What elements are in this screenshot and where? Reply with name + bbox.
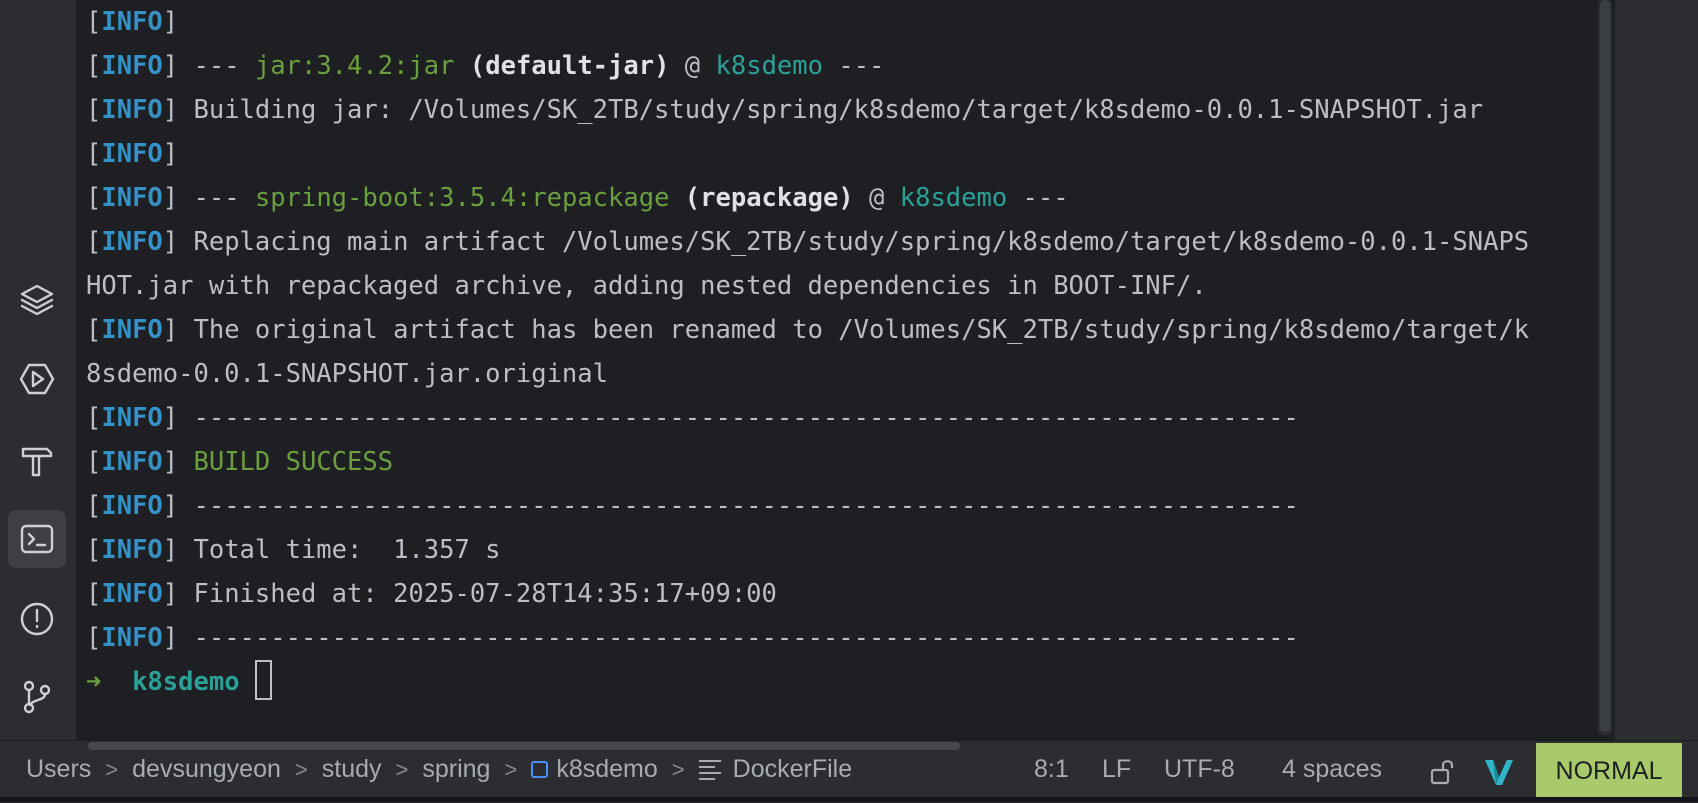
problems-icon[interactable] [8,590,66,648]
window-bottom-edge [0,797,1698,802]
git-icon[interactable] [8,668,66,726]
terminal-line: [INFO] The original artifact has been re… [86,315,1530,345]
layers-icon[interactable] [8,270,66,328]
log-level-tag: INFO [101,447,163,477]
chevron-right-icon: > [105,756,119,782]
chevron-right-icon: > [504,756,518,782]
terminal-line: [INFO] --- jar:3.4.2:jar (default-jar) @… [86,51,885,81]
terminal-text: HOT.jar with repackaged archive, adding … [86,271,1207,301]
terminal-text: @ [669,51,716,81]
log-level-tag: INFO [101,7,163,37]
breadcrumb-dockerfile[interactable]: DockerFile [733,755,852,784]
terminal-line: HOT.jar with repackaged archive, adding … [86,264,1529,308]
terminal-line: [INFO] BUILD SUCCESS [86,447,394,477]
run-services-icon[interactable] [8,350,66,408]
terminal-line: [INFO] --- spring-boot:3.5.4:repackage (… [86,183,1069,213]
terminal-text: BUILD SUCCESS [193,447,394,477]
log-level-tag: INFO [101,403,163,433]
log-level-tag: INFO [101,51,163,81]
terminal-icon[interactable] [8,510,66,568]
log-level-tag: INFO [101,623,163,653]
unlock-icon[interactable] [1428,757,1458,787]
caret-position[interactable]: 8:1 [1034,755,1069,784]
terminal-line: [INFO] [86,139,179,169]
text-file-icon [698,756,721,784]
terminal-line: [INFO] Total time: 1.357 s [86,535,501,565]
log-level-tag: INFO [101,491,163,521]
terminal-panel[interactable]: [INFO] [INFO] --- jar:3.4.2:jar (default-… [76,0,1600,740]
terminal-text: Building jar: /Volumes/SK_2TB/study/spri… [178,95,1484,125]
terminal-text: Replacing main artifact /Volumes/SK_2TB/… [178,227,1530,257]
terminal-line: [INFO] Replacing main artifact /Volumes/… [86,227,1530,257]
chevron-right-icon: > [671,756,685,782]
terminal-line: [INFO] ---------------------------------… [86,403,1299,433]
terminal-text: The original artifact has been renamed t… [178,315,1530,345]
terminal-cursor[interactable] [254,660,272,700]
terminal-line: 8sdemo-0.0.1-SNAPSHOT.jar.original [86,352,1529,396]
terminal-line: [INFO] Finished at: 2025-07-28T14:35:17+… [86,579,777,609]
breadcrumb-spring[interactable]: spring [422,755,490,784]
chevron-right-icon: > [294,756,308,782]
terminal-text: --- [178,183,255,213]
prompt-arrow-icon: ➜ [86,667,102,697]
breadcrumb-study[interactable]: study [322,755,382,784]
terminal-text: ----------------------------------------… [178,491,1299,521]
vim-mode-indicator[interactable]: NORMAL [1536,743,1682,799]
terminal-prompt[interactable]: ➜ k8sdemo [86,660,1529,704]
terminal-text: --- [178,51,255,81]
terminal-text: k8sdemo [715,51,823,81]
terminal-text: spring-boot:3.5.4:repackage [254,183,670,213]
breadcrumb-users[interactable]: Users [26,755,91,784]
terminal-horizontal-scrollbar[interactable] [88,742,960,750]
log-level-tag: INFO [101,315,163,345]
terminal-line: [INFO] ---------------------------------… [86,491,1299,521]
log-level-tag: INFO [101,183,163,213]
chevron-right-icon: > [395,756,409,782]
right-tool-window-bar [1614,0,1698,740]
log-level-tag: INFO [101,95,163,125]
breadcrumb-devsungyeon[interactable]: devsungyeon [132,755,281,784]
terminal-text: @ [853,183,900,213]
terminal-text: (repackage) [684,183,854,213]
prompt-directory: k8sdemo [132,667,240,697]
log-level-tag: INFO [101,579,163,609]
terminal-line: [INFO] ---------------------------------… [86,623,1299,653]
terminal-text: ----------------------------------------… [178,403,1299,433]
terminal-text: --- [1007,183,1069,213]
terminal-text: k8sdemo [899,183,1008,213]
terminal-output: [INFO] [INFO] --- jar:3.4.2:jar (default-… [86,0,1529,704]
indent-setting[interactable]: 4 spaces [1282,755,1382,784]
vim-plugin-icon[interactable] [1482,755,1516,789]
terminal-text: (default-jar) [469,51,670,81]
breadcrumb-k8sdemo[interactable]: k8sdemo [556,755,657,784]
terminal-text: Finished at: 2025-07-28T14:35:17+09:00 [178,579,777,609]
terminal-text: Total time: 1.357 s [178,535,501,565]
line-separator[interactable]: LF [1102,755,1131,784]
terminal-text: ----------------------------------------… [178,623,1299,653]
terminal-line: [INFO] [86,7,179,37]
breadcrumb: Users > devsungyeon > study > spring > k… [26,755,852,784]
file-encoding[interactable]: UTF-8 [1164,755,1235,784]
build-hammer-icon[interactable] [8,430,66,488]
terminal-text: 8sdemo-0.0.1-SNAPSHOT.jar.original [86,359,608,389]
log-level-tag: INFO [101,227,163,257]
log-level-tag: INFO [101,535,163,565]
module-icon [531,761,549,778]
terminal-text: jar:3.4.2:jar [254,51,455,81]
left-tool-window-bar [0,0,77,740]
terminal-text: --- [822,51,885,81]
terminal-line: [INFO] Building jar: /Volumes/SK_2TB/stu… [86,95,1484,125]
log-level-tag: INFO [101,139,163,169]
terminal-vertical-scrollbar[interactable] [1600,0,1610,732]
